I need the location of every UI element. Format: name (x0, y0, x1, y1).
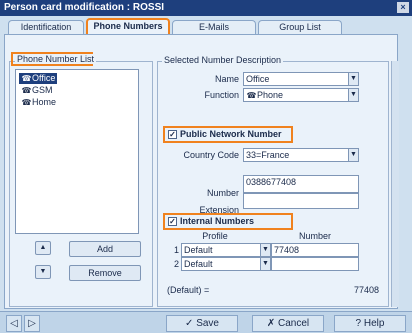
title-bar: Person card modification : ROSSI × (0, 0, 412, 16)
checkbox-checked-icon: ✓ (168, 217, 177, 227)
window-title: Person card modification : ROSSI (4, 2, 165, 13)
profile-select[interactable]: Default ▼ (181, 243, 271, 257)
arrow-up-icon: ▲ (39, 244, 47, 251)
number-column-header: Number (298, 231, 331, 241)
number-label: Number (206, 188, 239, 198)
remove-button[interactable]: Remove (69, 265, 141, 281)
help-icon: ? (355, 318, 364, 329)
add-button[interactable]: Add (69, 241, 141, 257)
list-item-home[interactable]: ☎Home (19, 97, 58, 108)
phone-icon: ☎ (246, 91, 257, 100)
internal-number-input[interactable] (271, 257, 359, 271)
bottom-toolbar: ◁ ▷ ✓ Save ✗ Cancel ? Help (0, 311, 412, 333)
panel-scrollbar[interactable] (391, 61, 399, 307)
person-card-window: Person card modification : ROSSI × Ident… (0, 0, 412, 333)
name-select[interactable]: Office ▼ (243, 72, 359, 86)
default-value: 77408 (353, 285, 379, 295)
phone-numbers-panel: Phone Number List ☎Office ☎GSM ☎Home ▲ ▼… (4, 34, 399, 309)
cancel-button[interactable]: ✗ Cancel (252, 315, 324, 332)
phone-list-title: Phone Number List (15, 54, 97, 64)
internal-row-index: 1 (173, 245, 179, 255)
function-select[interactable]: ☎Phone ▼ (243, 88, 359, 102)
internal-number-input[interactable]: 77408 (271, 243, 359, 257)
move-down-button[interactable]: ▼ (35, 265, 51, 279)
phone-icon: ☎ (21, 86, 32, 95)
list-item-gsm[interactable]: ☎GSM (19, 85, 55, 96)
tab-phone-numbers[interactable]: Phone Numbers (86, 18, 170, 35)
country-code-label: Country Code (183, 150, 239, 160)
public-network-checkbox[interactable]: ✓ Public Network Number (165, 128, 282, 141)
chevron-down-icon: ▼ (260, 244, 270, 256)
move-up-button[interactable]: ▲ (35, 241, 51, 255)
phone-number-listbox[interactable]: ☎Office ☎GSM ☎Home (15, 69, 139, 234)
tab-group-list[interactable]: Group List (258, 20, 342, 35)
previous-card-icon[interactable]: ◁ (6, 315, 22, 332)
internal-row-index: 2 (173, 259, 179, 269)
close-icon[interactable]: × (397, 2, 409, 13)
tab-emails[interactable]: E-Mails (172, 20, 256, 35)
chevron-down-icon: ▼ (260, 258, 270, 270)
phone-icon: ☎ (21, 74, 32, 83)
description-title: Selected Number Description (162, 55, 284, 65)
internal-numbers-checkbox[interactable]: ✓ Internal Numbers (165, 215, 254, 228)
chevron-down-icon: ▼ (348, 149, 358, 161)
number-input[interactable]: 0388677408 (243, 175, 359, 193)
profile-select[interactable]: Default ▼ (181, 257, 271, 271)
profile-column-header: Profile (202, 231, 228, 241)
extension-input[interactable] (243, 193, 359, 209)
save-button[interactable]: ✓ Save (166, 315, 238, 332)
country-code-select[interactable]: 33=France ▼ (243, 148, 359, 162)
arrow-down-icon: ▼ (39, 268, 47, 275)
checkbox-checked-icon: ✓ (168, 130, 177, 140)
next-card-icon[interactable]: ▷ (24, 315, 40, 332)
cancel-x-icon: ✗ (266, 318, 279, 329)
chevron-down-icon: ▼ (348, 89, 358, 101)
help-button[interactable]: ? Help (334, 315, 406, 332)
name-label: Name (214, 74, 239, 84)
chevron-down-icon: ▼ (348, 73, 358, 85)
tab-identification[interactable]: Identification (8, 20, 84, 35)
phone-icon: ☎ (21, 98, 32, 107)
checkmark-icon: ✓ (185, 318, 197, 329)
default-label: (Default) = (167, 285, 210, 295)
list-item-office[interactable]: ☎Office (19, 73, 58, 84)
function-label: Function (204, 90, 239, 100)
